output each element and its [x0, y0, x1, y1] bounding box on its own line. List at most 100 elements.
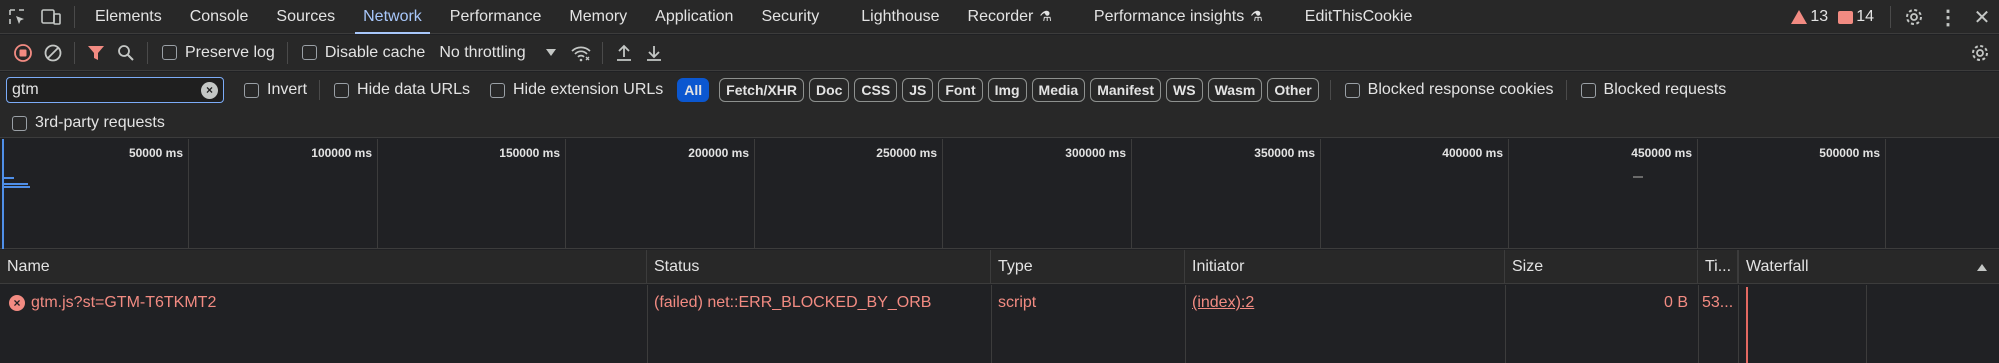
tab-label: Elements [95, 7, 162, 25]
preserve-log-checkbox[interactable]: Preserve log [162, 44, 275, 62]
inspect-element-icon[interactable] [0, 0, 34, 34]
tab-divider [74, 5, 75, 28]
type-filter-all[interactable]: All [677, 78, 710, 102]
type-filter-css[interactable]: CSS [854, 78, 898, 102]
overview-tick-label: 400000 ms [1442, 146, 1503, 160]
device-toolbar-icon[interactable] [34, 0, 68, 34]
filter-divider [1565, 80, 1567, 100]
overview-tick-label: 250000 ms [876, 146, 937, 160]
blocked-requests-checkbox[interactable]: Blocked requests [1580, 81, 1726, 99]
checkbox-box[interactable] [489, 82, 505, 98]
type-filter-doc[interactable]: Doc [808, 78, 850, 102]
tab-editthiscookie[interactable]: EditThisCookie [1291, 0, 1427, 34]
type-filter-fetch-xhr[interactable]: Fetch/XHR [719, 78, 804, 102]
hide-data-urls-checkbox[interactable]: Hide data URLs [334, 81, 470, 99]
disable-cache-checkbox[interactable]: Disable cache [301, 44, 425, 62]
filter-divider [1329, 80, 1331, 100]
overview-tick-label: 150000 ms [499, 146, 560, 160]
request-name-cell[interactable]: × gtm.js?st=GTM-T6TKMT2 [2, 285, 647, 321]
invert-checkbox[interactable]: Invert [244, 81, 307, 99]
overview-grid-column: 500000 ms [1697, 139, 1886, 249]
tab-label: Lighthouse [861, 7, 940, 25]
column-header-size[interactable]: Size [1505, 250, 1698, 284]
resource-type-filters: All Fetch/XHR Doc CSS JS Font Img Media Manifest… [677, 78, 1323, 102]
type-filter-ws[interactable]: WS [1166, 78, 1203, 102]
column-header-initiator[interactable]: Initiator [1185, 250, 1505, 284]
column-header-time[interactable]: Ti... [1698, 250, 1738, 284]
invert-label: Invert [267, 81, 308, 98]
clear-icon[interactable] [38, 38, 68, 68]
checkbox-box[interactable] [301, 45, 317, 60]
toolbar-divider [74, 41, 75, 64]
more-options-icon[interactable]: ⋮ [1931, 0, 1965, 34]
request-name: gtm.js?st=GTM-T6TKMT2 [31, 294, 217, 311]
checkbox-box[interactable] [1344, 82, 1360, 98]
filter-icon[interactable] [81, 38, 111, 68]
tab-label: Application [655, 7, 734, 25]
hide-extension-urls-checkbox[interactable]: Hide extension URLs [489, 81, 663, 99]
type-filter-other[interactable]: Other [1267, 78, 1319, 102]
sort-ascending-icon [1977, 264, 1987, 271]
errors-count: 14 [1856, 8, 1874, 25]
type-filter-manifest[interactable]: Manifest [1090, 78, 1162, 102]
tab-performance-insights[interactable]: Performance insights ⚗ [1080, 0, 1277, 34]
overview-tick-label: 500000 ms [1819, 146, 1880, 160]
close-devtools-icon[interactable]: ✕ [1965, 0, 1999, 34]
column-header-time-label: Ti... [1705, 258, 1732, 275]
checkbox-box[interactable] [162, 45, 177, 60]
network-settings-gear-icon[interactable] [1965, 38, 1995, 68]
tab-sources[interactable]: Sources [262, 0, 349, 34]
network-overview-timeline[interactable]: 50000 ms 100000 ms 150000 ms 200000 ms 25000… [0, 139, 1999, 249]
type-filter-media[interactable]: Media [1031, 78, 1086, 102]
overview-tick-label: 50000 ms [128, 146, 183, 160]
initiator-link[interactable]: (index):2 [1192, 294, 1254, 312]
filter-input-container[interactable]: × [6, 77, 224, 103]
toolbar-divider [601, 41, 603, 64]
tab-application[interactable]: Application [641, 0, 747, 34]
warnings-badge[interactable]: 13 [1791, 8, 1828, 26]
overview-grid-column: 250000 ms [754, 139, 943, 249]
tabbar-right: 13 14 ⋮ ✕ [1791, 0, 1999, 34]
checkbox-box[interactable] [244, 82, 259, 98]
tab-recorder[interactable]: Recorder ⚗ [954, 0, 1066, 34]
type-filter-js[interactable]: JS [902, 78, 934, 102]
errors-badge[interactable]: 14 [1838, 8, 1874, 26]
tab-memory[interactable]: Memory [555, 0, 641, 34]
search-icon[interactable] [111, 38, 141, 68]
settings-gear-icon[interactable] [1897, 0, 1931, 34]
checkbox-box[interactable] [12, 115, 27, 131]
export-har-icon[interactable] [639, 38, 669, 68]
request-status: (failed) net::ERR_BLOCKED_BY_ORB [654, 294, 932, 311]
tab-elements[interactable]: Elements [81, 0, 176, 34]
tab-lighthouse[interactable]: Lighthouse [847, 0, 953, 34]
column-header-status[interactable]: Status [647, 250, 991, 284]
stop-recording-icon[interactable] [8, 38, 38, 68]
column-header-size-label: Size [1512, 258, 1544, 275]
type-filter-img[interactable]: Img [987, 78, 1027, 102]
type-filter-wasm[interactable]: Wasm [1207, 78, 1263, 102]
tab-performance[interactable]: Performance [436, 0, 556, 34]
request-time: 53... [1702, 294, 1734, 311]
network-conditions-wifi-icon[interactable] [566, 38, 596, 68]
blocked-response-cookies-checkbox[interactable]: Blocked response cookies [1344, 81, 1554, 99]
column-header-waterfall[interactable]: Waterfall [1738, 250, 1999, 284]
filter-input[interactable] [12, 81, 182, 99]
devtools-tab-bar: Elements Console Sources Network Performance… [0, 0, 1999, 34]
throttling-select[interactable]: No throttling [439, 44, 565, 62]
tab-console[interactable]: Console [176, 0, 263, 34]
import-har-icon[interactable] [609, 38, 639, 68]
tab-network[interactable]: Network [349, 0, 436, 34]
type-filter-font[interactable]: Font [938, 78, 983, 102]
third-party-requests-checkbox[interactable]: 3rd-party requests [12, 114, 165, 132]
column-header-type[interactable]: Type [991, 250, 1185, 284]
checkbox-box[interactable] [1580, 82, 1596, 98]
overview-grid-column: 200000 ms [566, 139, 755, 249]
table-row[interactable]: × gtm.js?st=GTM-T6TKMT2 (failed) net::ER… [0, 285, 1999, 321]
tab-security[interactable]: Security [747, 0, 833, 34]
experimental-flask-icon: ⚗ [1039, 8, 1052, 24]
overview-tick-label: 450000 ms [1631, 146, 1692, 160]
checkbox-box[interactable] [334, 82, 350, 98]
column-header-name[interactable]: Name [0, 250, 647, 284]
clear-filter-icon[interactable]: × [201, 81, 218, 99]
request-size: 0 B [1663, 294, 1688, 311]
